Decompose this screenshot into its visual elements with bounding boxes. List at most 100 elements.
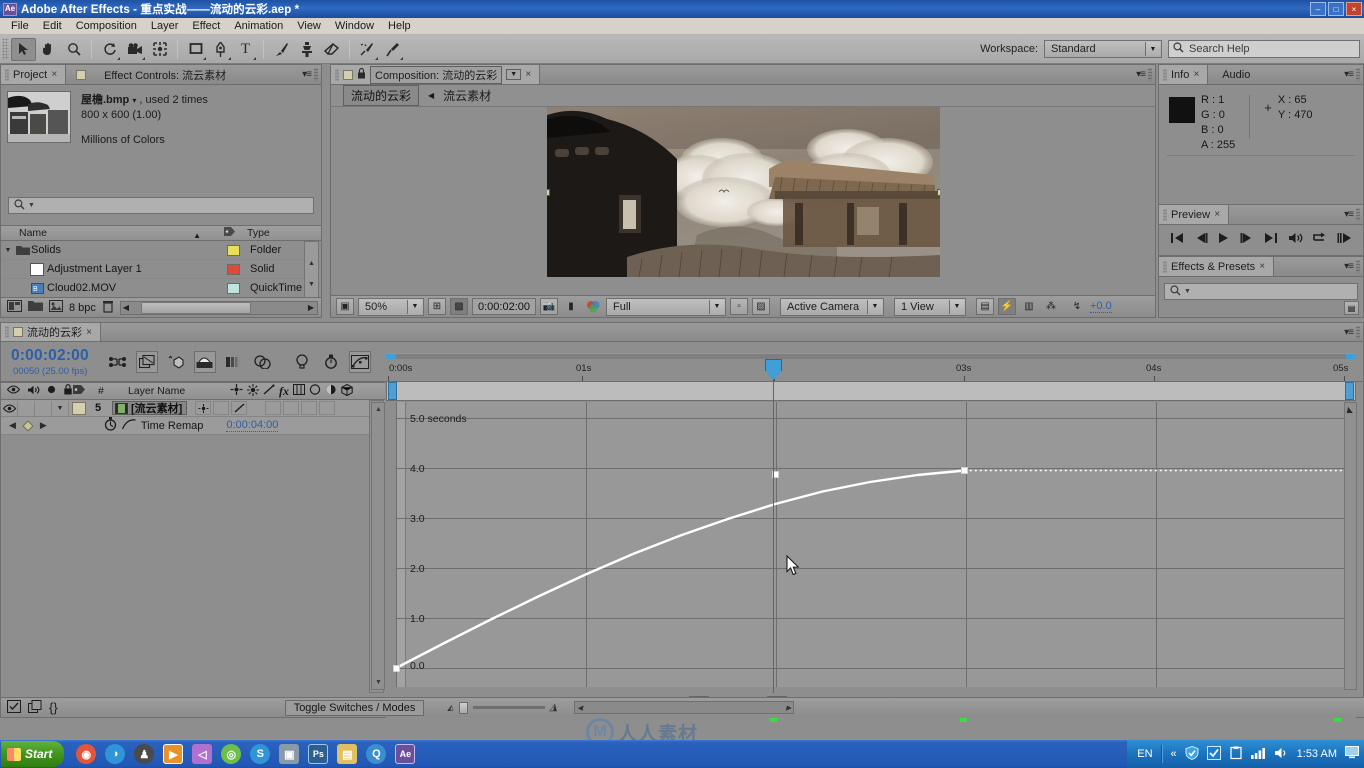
panel-drag-handle-icon[interactable] [1356, 325, 1360, 339]
close-icon[interactable]: × [51, 69, 57, 80]
delete-icon[interactable] [102, 300, 114, 316]
region-of-interest-icon[interactable]: ▫ [730, 298, 748, 315]
zoom-in-icon[interactable]: ◮ [550, 702, 558, 713]
scroll-thumb[interactable] [141, 301, 252, 314]
new-folder-icon[interactable] [28, 300, 43, 315]
column-name[interactable]: Name ▲ [1, 227, 219, 240]
ram-preview-button[interactable] [1337, 232, 1352, 247]
effects-panel-menu[interactable]: ▾≡ [1344, 257, 1363, 276]
property-value[interactable]: 0:00:04:00 [226, 419, 279, 432]
close-icon[interactable]: × [1193, 69, 1199, 80]
current-time-display[interactable]: 0:00:02:00 [472, 298, 536, 315]
show-hidden-icons[interactable]: « [1171, 748, 1177, 760]
list-item[interactable]: ▼ Solids Folder [1, 241, 306, 260]
menu-animation[interactable]: Animation [227, 19, 290, 33]
panel-drag-handle-icon[interactable] [1356, 68, 1360, 81]
clock[interactable]: 1:53 AM [1297, 748, 1337, 760]
scroll-left-icon[interactable]: ◀ [577, 704, 582, 712]
volume-icon[interactable] [1274, 747, 1289, 762]
navigator-start-handle[interactable] [388, 382, 397, 400]
panel-menu-icon[interactable]: ▾≡ [1344, 209, 1354, 220]
bit-depth-label[interactable]: 8 bpc [69, 302, 96, 314]
menu-layer[interactable]: Layer [144, 19, 186, 33]
brainstorm-icon[interactable] [291, 351, 313, 373]
auto-keyframe-icon[interactable] [320, 351, 342, 373]
scroll-up-icon[interactable]: ▲ [373, 404, 384, 415]
new-animation-preset-icon[interactable]: ▤ [1344, 301, 1359, 315]
effects-fx-icon[interactable]: fx [279, 384, 289, 399]
scroll-down-icon[interactable]: ▼ [305, 281, 318, 288]
pan-behind-tool[interactable] [147, 38, 172, 61]
chevron-down-icon[interactable]: ▼ [506, 69, 522, 80]
fast-previews-icon[interactable]: ⚡ [998, 298, 1016, 315]
first-frame-button[interactable] [1170, 232, 1184, 247]
shape-tool[interactable] [183, 38, 208, 61]
graph-options-icon[interactable]: ◣ [1344, 403, 1356, 415]
graph-plot-area[interactable]: 5.0 seconds 4.0 3.0 2.0 1.0 0.0 [392, 402, 1346, 687]
zoom-slider-knob[interactable] [458, 701, 468, 714]
enable-frame-blending-icon[interactable] [193, 350, 216, 373]
close-icon[interactable]: × [525, 69, 531, 80]
zoom-slider-track[interactable] [472, 706, 545, 709]
start-button[interactable]: Start [1, 741, 65, 767]
enable-motion-blur-icon[interactable] [223, 351, 245, 373]
timeline-current-time[interactable]: 0:00:02:00 [11, 347, 89, 365]
loop-button[interactable] [1312, 232, 1327, 247]
panel-drag-handle-icon[interactable] [1356, 208, 1360, 221]
hand-tool[interactable] [36, 38, 61, 61]
keyframe-diamond-icon[interactable] [22, 419, 34, 432]
video-editor-icon[interactable]: ◁ [192, 744, 213, 764]
expand-collapse-icon[interactable] [7, 699, 21, 716]
info-panel-menu[interactable]: ▾≡ [1344, 65, 1363, 84]
lock-icon[interactable] [357, 67, 366, 82]
composition-viewer[interactable] [332, 107, 1154, 277]
quality-icon[interactable] [263, 384, 275, 398]
live-update-icon[interactable] [107, 351, 129, 373]
composition-panel-menu[interactable]: ▾≡ [1136, 65, 1155, 84]
frame-blending-icon[interactable] [293, 384, 305, 398]
chevron-down-icon[interactable]: ▼ [28, 202, 35, 209]
explorer-icon[interactable]: ▤ [337, 744, 358, 764]
time-ruler[interactable]: 0:00s 01s 02s 03s 04s 05s [386, 359, 1356, 381]
project-search-input[interactable]: ▼ [8, 197, 314, 214]
camera-view-dropdown[interactable]: Active Camera ▼ [780, 297, 884, 316]
clone-stamp-tool[interactable] [294, 38, 319, 61]
type-tool[interactable]: T [233, 38, 258, 61]
panel-drag-handle-icon[interactable] [1148, 68, 1152, 81]
quicktime-icon[interactable]: Q [366, 744, 387, 764]
reset-exposure-icon[interactable]: ↯ [1068, 298, 1086, 315]
solo-icon[interactable] [47, 385, 56, 397]
selection-handle-right[interactable] [936, 189, 940, 196]
close-button[interactable]: × [1346, 2, 1362, 16]
layer-motionblur-toggle[interactable] [283, 401, 300, 415]
previous-frame-button[interactable] [1194, 232, 1208, 247]
scroll-right-icon[interactable]: ▶ [786, 704, 791, 712]
preview-panel-menu[interactable]: ▾≡ [1344, 205, 1363, 224]
panel-drag-handle-icon[interactable] [314, 68, 318, 81]
label-swatch[interactable] [227, 282, 240, 294]
eye-toggle[interactable] [1, 400, 18, 416]
timeline-horizontal-scrollbar[interactable]: ◀ ▶ [574, 701, 795, 714]
exposure-value[interactable]: +0.0 [1090, 300, 1112, 313]
chevron-down-icon[interactable]: ▾ [132, 96, 136, 105]
search-help-input[interactable]: Search Help [1168, 40, 1360, 58]
draft-3d-icon[interactable] [135, 350, 158, 373]
take-snapshot-icon[interactable]: 📷 [540, 298, 558, 315]
tab-composition[interactable]: Composition: 流动的云彩 ▼ × [331, 65, 541, 84]
keyframe-marker[interactable] [961, 467, 969, 474]
last-frame-button[interactable] [1264, 232, 1278, 247]
panel-menu-icon[interactable]: ▾≡ [1136, 69, 1146, 80]
solo-toggle[interactable] [35, 400, 52, 416]
label-swatch[interactable] [227, 244, 240, 256]
color-depth-icon[interactable] [49, 300, 63, 315]
menu-view[interactable]: View [290, 19, 328, 33]
disclosure-triangle-icon[interactable]: ▼ [1, 247, 15, 254]
lock-icon[interactable] [63, 384, 73, 398]
maximize-button[interactable]: □ [1328, 2, 1344, 16]
magnification-dropdown[interactable]: 50% ▼ [358, 297, 424, 316]
label-tag-icon[interactable] [73, 384, 86, 398]
label-swatch[interactable] [72, 401, 86, 415]
breadcrumb-comp[interactable]: 流动的云彩 [343, 85, 420, 106]
property-row-time-remap[interactable]: ◀ ▶ Time Remap 0:00:04:00 [1, 417, 385, 435]
brush-tool[interactable] [269, 38, 294, 61]
